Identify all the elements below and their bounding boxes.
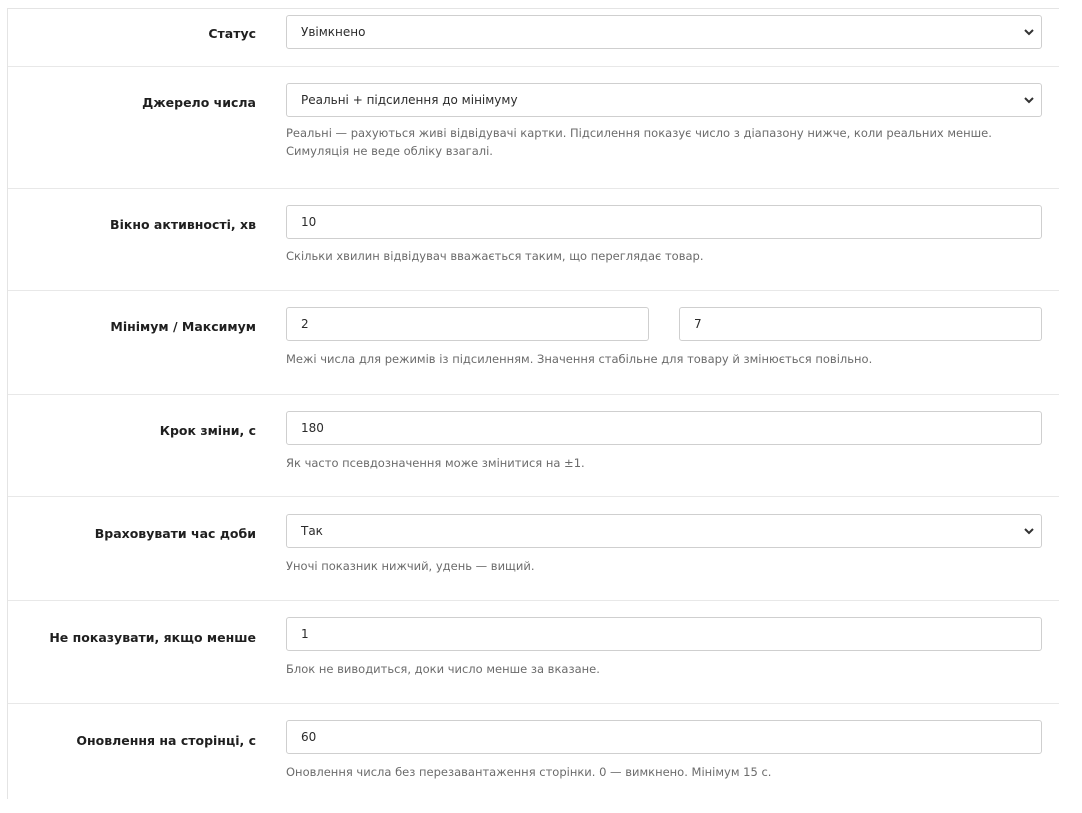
form-row-daytime: Враховувати час доби Так Уночі показник … (8, 496, 1059, 601)
form-row-source: Джерело числа Реальні + підсилення до мі… (8, 66, 1059, 189)
settings-form-panel: Статус Увімкнено Джерело числа Реальні +… (7, 8, 1059, 799)
daytime-help: Уночі показник нижчий, удень — вищий. (286, 559, 535, 573)
chevron-down-icon (1024, 97, 1034, 104)
step-help: Як часто псевдозначення може змінитися н… (286, 456, 585, 470)
source-select-value: Реальні + підсилення до мінімуму (301, 93, 518, 107)
form-row-refresh: Оновлення на сторінці, с 60 Оновлення чи… (8, 703, 1059, 813)
min-input[interactable]: 2 (286, 307, 649, 341)
source-help-line-2: Симуляція не веде обліку взагалі. (286, 144, 493, 158)
source-select[interactable]: Реальні + підсилення до мінімуму (286, 83, 1042, 117)
window-input[interactable]: 10 (286, 205, 1042, 239)
source-help-line-1: Реальні — рахуються живі відвідувачі кар… (286, 126, 992, 140)
chevron-down-icon (1024, 29, 1034, 36)
chevron-down-icon (1024, 528, 1034, 535)
daytime-label: Враховувати час доби (94, 526, 256, 541)
source-label: Джерело числа (142, 95, 256, 110)
refresh-input[interactable]: 60 (286, 720, 1042, 754)
minmax-help: Межі числа для режимів із підсиленням. З… (286, 352, 873, 366)
form-row-status: Статус Увімкнено (8, 9, 1059, 67)
window-label: Вікно активності, хв (110, 217, 256, 232)
form-row-minmax: Мінімум / Максимум 2 7 Межі числа для ре… (8, 290, 1059, 395)
step-label: Крок зміни, с (159, 423, 256, 438)
step-input[interactable]: 180 (286, 411, 1042, 445)
form-row-window: Вікно активності, хв 10 Скільки хвилин в… (8, 188, 1059, 291)
status-label: Статус (208, 26, 256, 41)
daytime-select-value: Так (301, 524, 323, 538)
threshold-label: Не показувати, якщо менше (49, 630, 256, 645)
minmax-label: Мінімум / Максимум (110, 319, 256, 334)
refresh-help: Оновлення числа без перезавантаження сто… (286, 765, 772, 779)
refresh-label: Оновлення на сторінці, с (76, 733, 256, 748)
form-row-threshold: Не показувати, якщо менше 1 Блок не виво… (8, 600, 1059, 704)
max-input[interactable]: 7 (679, 307, 1042, 341)
status-select[interactable]: Увімкнено (286, 15, 1042, 49)
window-help: Скільки хвилин відвідувач вважається так… (286, 249, 704, 263)
form-row-step: Крок зміни, с 180 Як часто псевдозначенн… (8, 394, 1059, 497)
threshold-help: Блок не виводиться, доки число менше за … (286, 662, 600, 676)
daytime-select[interactable]: Так (286, 514, 1042, 548)
threshold-input[interactable]: 1 (286, 617, 1042, 651)
status-select-value: Увімкнено (301, 25, 366, 39)
